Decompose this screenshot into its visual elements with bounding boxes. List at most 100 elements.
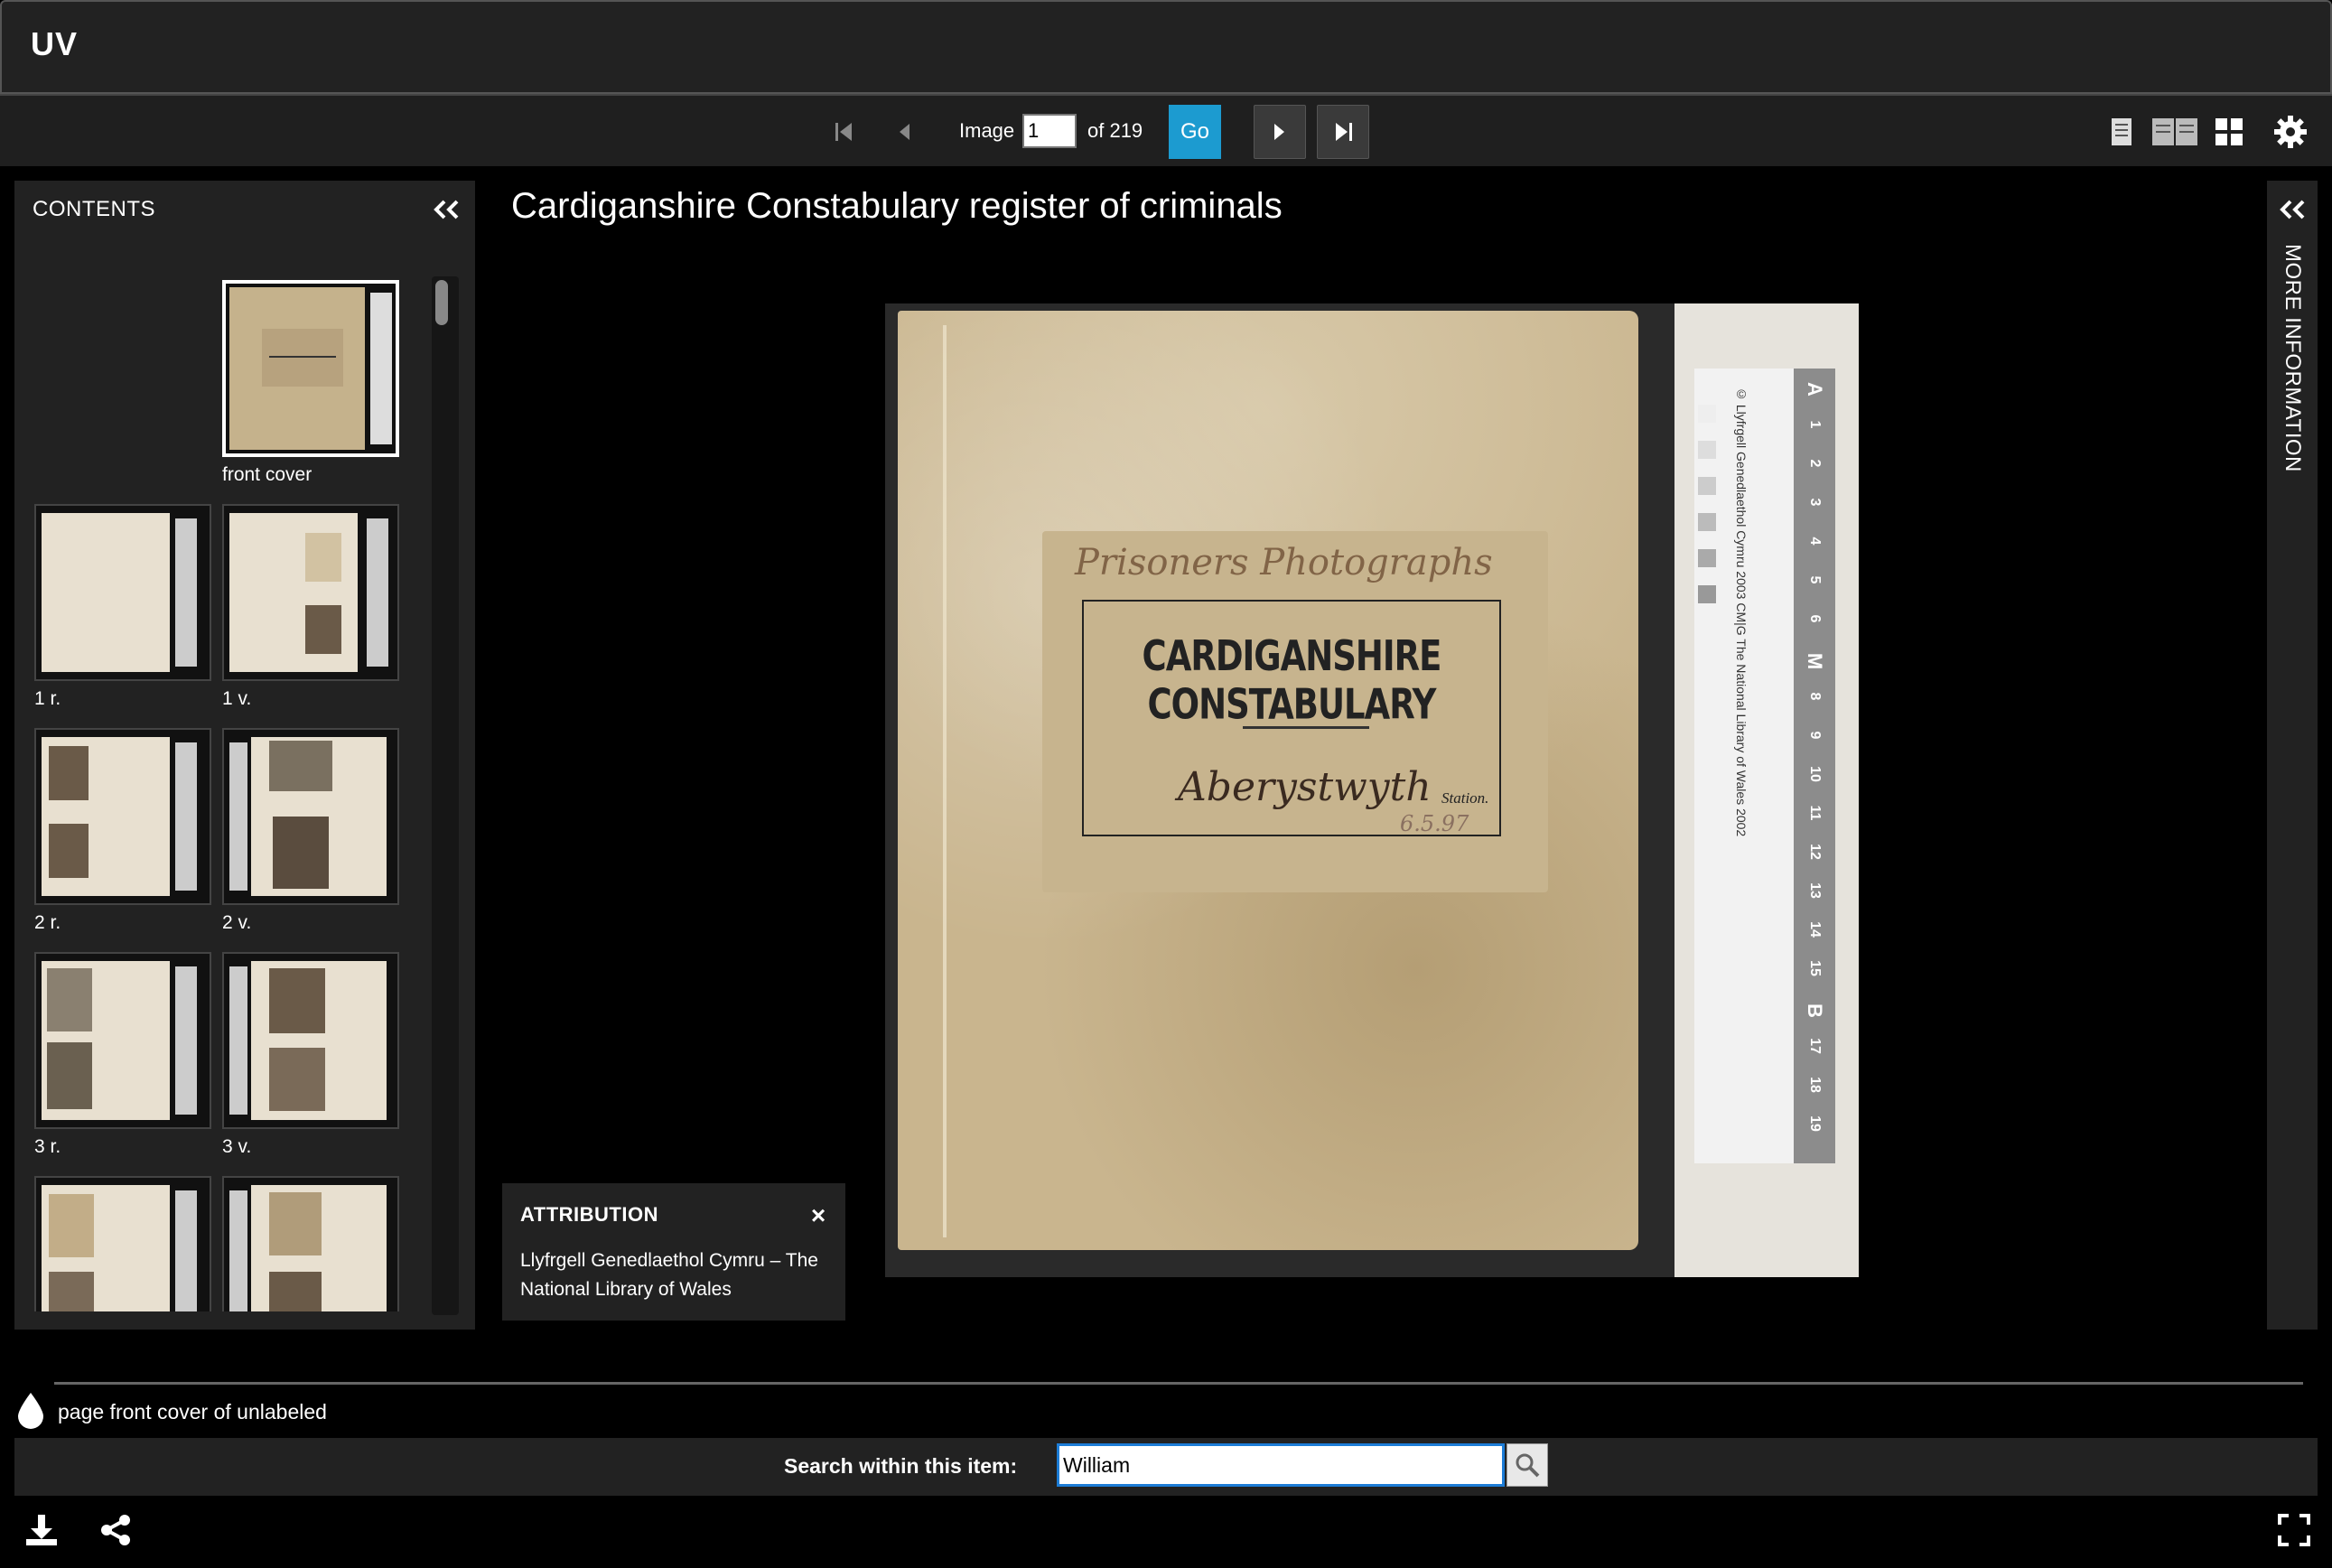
scrollbar-handle[interactable] [435, 280, 448, 325]
ruler-scale: A 1 2 3 4 5 6 M 8 9 10 11 12 13 14 15 B 17 18 19 [1794, 369, 1835, 1163]
double-chevron-left-icon [2280, 200, 2305, 219]
thumbnail-3r[interactable]: 3 r. [34, 952, 211, 1158]
next-page-button[interactable] [1254, 105, 1306, 159]
thumbnail-4v[interactable] [222, 1176, 399, 1311]
expand-more-information-button[interactable] [2274, 193, 2310, 226]
ruler-mark: B [1804, 1003, 1826, 1018]
one-up-view-icon [2112, 118, 2131, 145]
one-up-view-button[interactable] [2108, 114, 2135, 150]
settings-icon [2274, 116, 2307, 148]
attribution-text: Llyfrgell Genedlaethol Cymru – The Natio… [520, 1250, 818, 1300]
spine-edge [943, 325, 947, 1237]
ruler-mark: 12 [1807, 844, 1823, 860]
first-page-button[interactable] [818, 105, 871, 159]
thumbnail-image [222, 952, 399, 1129]
thumbnail-label: 1 r. [34, 688, 61, 709]
download-icon [26, 1515, 57, 1545]
ruler-mark: 6 [1807, 614, 1823, 623]
ruler-mark: 14 [1807, 921, 1823, 938]
ruler-mark: 11 [1807, 805, 1823, 821]
ruler-mark: 4 [1807, 537, 1823, 546]
ruler-mark: 13 [1807, 882, 1823, 899]
thumbnail-2r[interactable]: 2 r. [34, 728, 211, 934]
go-button[interactable]: Go [1169, 105, 1221, 159]
thumbnail-label: 3 r. [34, 1136, 61, 1157]
gallery-view-icon [2215, 118, 2243, 145]
thumbnail-image [34, 728, 211, 905]
thumbnail-label: front cover [222, 464, 312, 485]
close-attribution-button[interactable]: × [806, 1201, 831, 1230]
thumbnail-label: 2 r. [34, 912, 61, 933]
more-information-panel[interactable]: MORE INFORMATION [2267, 181, 2318, 1330]
page-slider-track[interactable] [54, 1382, 2303, 1385]
previous-page-icon [900, 124, 909, 140]
thumbnail-scrollbar[interactable] [432, 276, 459, 1315]
ruler-credit: © Llyfrgell Genedlaethol Cymru 2003 CM|G… [1734, 387, 1749, 837]
ruler-mark: 10 [1807, 766, 1823, 782]
search-button[interactable] [1506, 1443, 1548, 1487]
settings-button[interactable] [2271, 114, 2310, 150]
double-chevron-left-icon [434, 200, 459, 219]
search-bar: Search within this item: [14, 1438, 2318, 1496]
thumbnail-image [34, 1176, 211, 1311]
page-title: Cardiganshire Constabulary register of c… [511, 186, 1283, 226]
two-up-view-icon [2152, 118, 2197, 145]
next-page-icon [1274, 124, 1284, 140]
ruler-mark: 15 [1807, 960, 1823, 976]
thumbnail-3v[interactable]: 3 v. [222, 952, 399, 1158]
thumbnail-1v[interactable]: 1 v. [222, 504, 399, 710]
collapse-contents-button[interactable] [428, 193, 464, 226]
ruler-mark: 2 [1807, 459, 1823, 468]
thumbnail-front-cover[interactable]: front cover [222, 280, 399, 486]
ruler-mark: 1 [1807, 420, 1823, 429]
gallery-view-button[interactable] [2213, 114, 2245, 150]
drop-marker-icon [18, 1393, 43, 1429]
more-information-label: MORE INFORMATION [2281, 244, 2305, 472]
ruler-mark: 5 [1807, 575, 1823, 584]
attribution-panel: ATTRIBUTION × Llyfrgell Genedlaethol Cym… [502, 1183, 845, 1321]
book-cover-image: Prisoners Photographs CARDIGANSHIRE CONS… [898, 311, 1638, 1250]
thumbnail-4r[interactable] [34, 1176, 211, 1311]
page-slider-handle[interactable] [14, 1391, 47, 1435]
ruler-mark: 8 [1807, 692, 1823, 701]
fullscreen-button[interactable] [2274, 1510, 2314, 1550]
first-page-icon [835, 123, 852, 141]
thumbnail-image [34, 952, 211, 1129]
thumbnail-label: 2 v. [222, 912, 252, 933]
thumbnail-image [222, 1176, 399, 1311]
close-icon: × [810, 1201, 826, 1229]
ruler-mark: A [1804, 382, 1826, 397]
contents-panel: CONTENTS front cover 1 r. 1 v. 2 r. 2 v.… [14, 181, 475, 1330]
ruler-mark: M [1804, 652, 1826, 670]
image-viewer[interactable]: Prisoners Photographs CARDIGANSHIRE CONS… [885, 303, 1859, 1277]
fullscreen-icon [2278, 1514, 2310, 1546]
label-date: 6.5.97 [1400, 811, 1469, 836]
previous-page-button[interactable] [878, 105, 930, 159]
thumbnail-image [34, 504, 211, 681]
thumbnail-image [222, 280, 399, 457]
last-page-button[interactable] [1317, 105, 1369, 159]
label-rule [1243, 726, 1369, 729]
thumbnail-1r[interactable]: 1 r. [34, 504, 211, 710]
thumbnail-list: front cover 1 r. 1 v. 2 r. 2 v. 3 r. 3 v… [14, 271, 439, 1311]
app-brand: UV [31, 25, 79, 62]
ruler-mark: 3 [1807, 498, 1823, 507]
cover-label: Prisoners Photographs CARDIGANSHIRE CONS… [1042, 531, 1548, 892]
attribution-title: ATTRIBUTION [520, 1203, 658, 1226]
label-frame: CARDIGANSHIRE CONSTABULARY Aberystwyth S… [1082, 600, 1501, 836]
label-heading: CARDIGANSHIRE CONSTABULARY [1142, 631, 1442, 729]
thumbnail-image [222, 728, 399, 905]
image-number-input[interactable] [1022, 114, 1077, 148]
label-script-top: Prisoners Photographs [1075, 542, 1493, 583]
download-button[interactable] [22, 1510, 61, 1550]
thumbnail-image [222, 504, 399, 681]
search-input[interactable] [1057, 1443, 1505, 1487]
image-total-label: of 219 [1087, 119, 1143, 142]
two-up-view-button[interactable] [2150, 114, 2200, 150]
share-button[interactable] [96, 1510, 135, 1550]
ruler-mark: 18 [1807, 1077, 1823, 1093]
colour-ruler: © Llyfrgell Genedlaethol Cymru 2003 CM|G… [1694, 369, 1835, 1163]
thumbnail-label: 3 v. [222, 1136, 252, 1157]
thumbnail-2v[interactable]: 2 v. [222, 728, 399, 934]
search-icon [1516, 1453, 1540, 1478]
